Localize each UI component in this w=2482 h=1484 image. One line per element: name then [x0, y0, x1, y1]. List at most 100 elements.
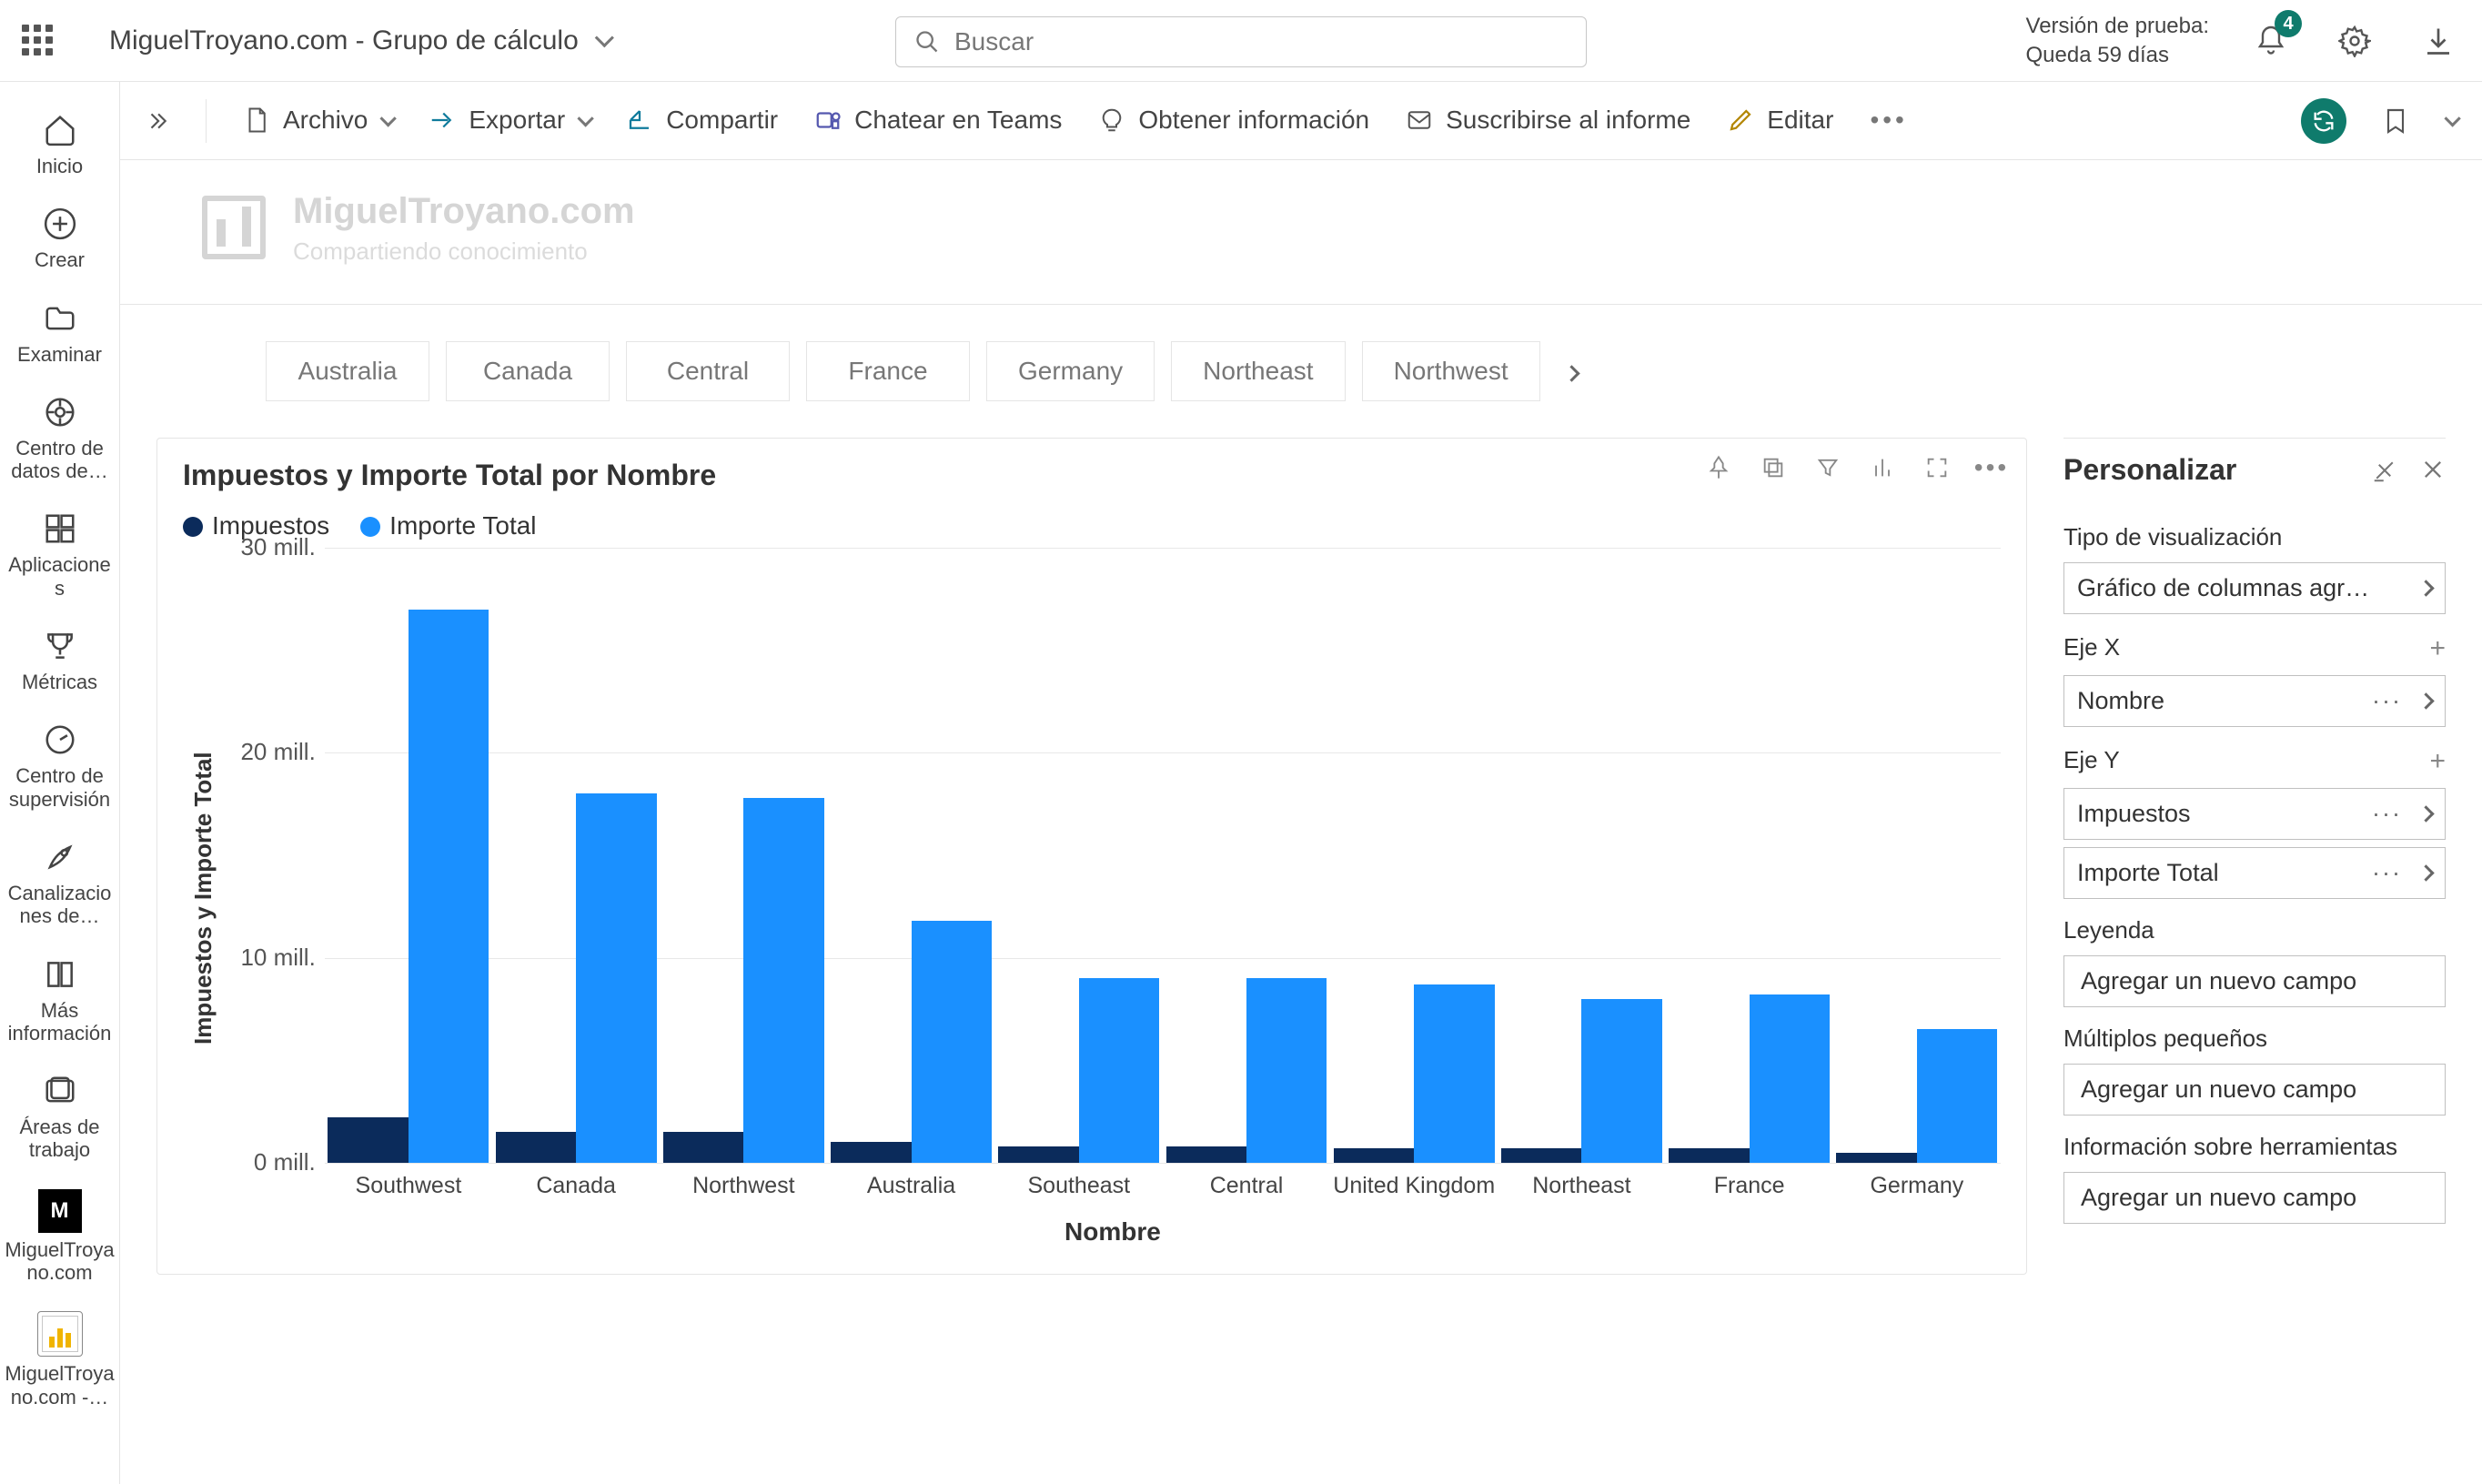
breadcrumb[interactable]: MiguelTroyano.com - Grupo de cálculo [109, 23, 609, 58]
vistype-field[interactable]: Gráfico de columnas agr… [2063, 562, 2446, 614]
bar-group[interactable] [660, 548, 827, 1163]
bar[interactable] [912, 921, 992, 1163]
add-yaxis-button[interactable]: + [2429, 743, 2446, 779]
bar[interactable] [328, 1117, 408, 1163]
pencil-icon [1727, 106, 1754, 134]
focus-icon[interactable] [1921, 451, 1953, 484]
subscribe-button[interactable]: Suscribirse al informe [1406, 104, 1690, 136]
bar[interactable] [409, 610, 489, 1163]
bar[interactable] [1334, 1148, 1414, 1163]
yaxis-field-2[interactable]: Importe Total ··· [2063, 847, 2446, 899]
more-options-icon[interactable]: ••• [1975, 451, 2008, 484]
bar[interactable] [1836, 1153, 1916, 1163]
bar-group[interactable] [1833, 548, 2001, 1163]
more-icon[interactable]: ··· [2372, 685, 2402, 717]
expand-nav-button[interactable] [146, 109, 169, 133]
bookmark-button[interactable] [2374, 99, 2417, 143]
command-ribbon: Archivo Exportar Compartir Chatear en Te… [120, 82, 2482, 160]
nav-browse[interactable]: Examinar [0, 288, 119, 377]
settings-button[interactable] [2333, 19, 2376, 63]
legend-dot-importe [360, 517, 380, 537]
insights-button[interactable]: Obtener información [1098, 104, 1369, 136]
download-button[interactable] [2416, 19, 2460, 63]
chevron-down-icon[interactable] [2444, 110, 2460, 126]
bar-group[interactable] [1330, 548, 1498, 1163]
reset-icon [2311, 108, 2336, 134]
add-xaxis-button[interactable]: + [2429, 631, 2446, 666]
nav-report-active[interactable]: MiguelTroyano.com -… [0, 1300, 119, 1419]
tooltip-add-field[interactable]: Agregar un nuevo campo [2063, 1172, 2446, 1224]
close-icon[interactable] [2420, 457, 2446, 484]
chevron-right-icon [2417, 864, 2434, 881]
slicer-australia[interactable]: Australia [266, 341, 429, 401]
slicer-canada[interactable]: Canada [446, 341, 610, 401]
bar[interactable] [1414, 984, 1494, 1163]
small-add-field[interactable]: Agregar un nuevo campo [2063, 1064, 2446, 1116]
erase-icon[interactable] [2371, 457, 2398, 484]
more-icon[interactable]: ··· [2372, 798, 2402, 830]
nav-pipelines[interactable]: Canalizaciones de… [0, 827, 119, 939]
bar[interactable] [1501, 1148, 1581, 1163]
reset-button[interactable] [2301, 98, 2346, 144]
chart-visual[interactable]: ••• Impuestos y Importe Total por Nombre… [156, 438, 2027, 1275]
nav-workspaces[interactable]: Áreas de trabajo [0, 1061, 119, 1173]
x-tick: Northwest [660, 1172, 827, 1199]
xaxis-field[interactable]: Nombre ··· [2063, 675, 2446, 727]
small-multiples-label: Múltiplos pequeños [2063, 1024, 2446, 1055]
bar-group[interactable] [1666, 548, 1833, 1163]
filter-icon[interactable] [1811, 451, 1844, 484]
personalize-icon[interactable] [1866, 451, 1899, 484]
pin-icon[interactable] [1702, 451, 1735, 484]
teams-chat-button[interactable]: Chatear en Teams [814, 104, 1062, 136]
nav-learn[interactable]: Más información [0, 944, 119, 1056]
search-box[interactable]: Buscar [895, 16, 1587, 67]
chevron-right-icon [2417, 805, 2434, 822]
bar[interactable] [1750, 994, 1830, 1163]
nav-monitor[interactable]: Centro de supervisión [0, 710, 119, 822]
workspaces-icon [41, 1072, 79, 1110]
app-launcher-icon[interactable] [22, 25, 55, 57]
nav-datahub[interactable]: Centro de datos de… [0, 382, 119, 494]
bar-group[interactable] [1163, 548, 1330, 1163]
bar[interactable] [743, 798, 823, 1163]
nav-workspace-current[interactable]: M MiguelTroyano.com [0, 1178, 119, 1296]
bar[interactable] [1917, 1029, 1997, 1162]
slicer-germany[interactable]: Germany [986, 341, 1155, 401]
slicer-next[interactable] [1557, 355, 1587, 388]
slicer-france[interactable]: France [806, 341, 970, 401]
bar[interactable] [831, 1142, 911, 1163]
yaxis-field-1[interactable]: Impuestos ··· [2063, 788, 2446, 840]
slicer-central[interactable]: Central [626, 341, 790, 401]
slicer-northeast[interactable]: Northeast [1171, 341, 1345, 401]
bar[interactable] [576, 793, 656, 1162]
bar[interactable] [998, 1146, 1078, 1163]
bar-group[interactable] [827, 548, 994, 1163]
bar[interactable] [496, 1132, 576, 1163]
bar[interactable] [1669, 1148, 1749, 1163]
nav-apps[interactable]: Aplicaciones [0, 499, 119, 611]
nav-create[interactable]: Crear [0, 194, 119, 282]
file-menu[interactable]: Archivo [243, 104, 392, 136]
nav-home[interactable]: Inicio [0, 100, 119, 188]
legend-add-field[interactable]: Agregar un nuevo campo [2063, 955, 2446, 1007]
bar-group[interactable] [325, 548, 492, 1163]
nav-metrics[interactable]: Métricas [0, 616, 119, 704]
share-button[interactable]: Compartir [626, 104, 778, 136]
bar[interactable] [1581, 999, 1661, 1163]
bar[interactable] [1079, 978, 1159, 1163]
bar-group[interactable] [1498, 548, 1665, 1163]
bar[interactable] [663, 1132, 743, 1163]
edit-button[interactable]: Editar [1727, 104, 1833, 136]
bar[interactable] [1166, 1146, 1246, 1163]
notifications-button[interactable]: 4 [2249, 19, 2293, 63]
bar-group[interactable] [995, 548, 1163, 1163]
bar-group[interactable] [492, 548, 660, 1163]
export-menu[interactable]: Exportar [429, 104, 590, 136]
bar[interactable] [1246, 978, 1327, 1163]
more-icon[interactable]: ··· [2372, 857, 2402, 889]
x-tick: Southwest [325, 1172, 492, 1199]
more-button[interactable]: ••• [1870, 104, 1907, 136]
legend-label: Leyenda [2063, 915, 2446, 946]
slicer-northwest[interactable]: Northwest [1362, 341, 1540, 401]
copy-icon[interactable] [1757, 451, 1790, 484]
